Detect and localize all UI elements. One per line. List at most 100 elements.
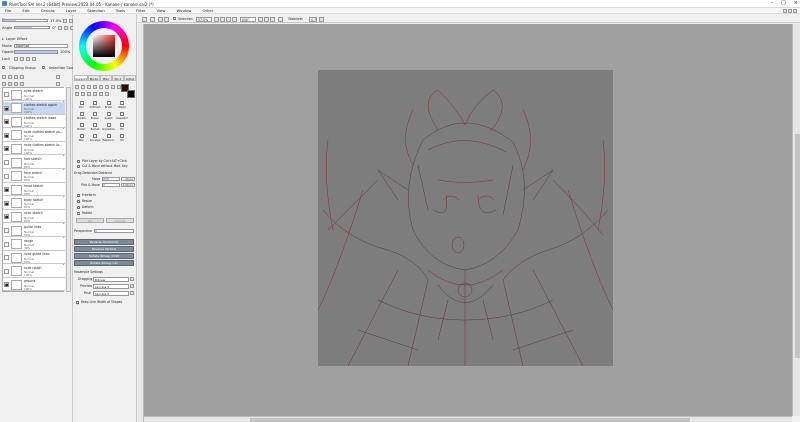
deform-icon[interactable]: [87, 92, 91, 96]
keep-line-option[interactable]: ✓Keep Line Width of Shapes: [76, 300, 122, 306]
reverse-horizontal-button[interactable]: Reverse Horizontal: [74, 239, 134, 245]
pick-layer-option[interactable]: Pick Layer by Ctrl+ALT+Click: [77, 159, 127, 163]
new-mask-icon[interactable]: [20, 74, 24, 79]
zoom-reset-icon[interactable]: [226, 16, 231, 22]
tool-button[interactable]: Blur: [75, 134, 88, 143]
move-icon[interactable]: [93, 85, 97, 89]
magic-wand-icon[interactable]: [87, 85, 91, 89]
visibility-toggle-icon[interactable]: [4, 255, 9, 261]
new-layer-icon[interactable]: [2, 74, 6, 79]
navigator-icon[interactable]: [158, 16, 163, 22]
doc-minimize-button[interactable]: [783, 9, 787, 13]
cut-move-option[interactable]: Cut & Move without Mod. Key: [77, 164, 128, 168]
layer-row[interactable]: ● rude clothes sketch lo... Normal 100%: [3, 142, 65, 156]
pen-pressure-icon[interactable]: [327, 17, 332, 22]
tool-button[interactable]: Smudge: [89, 134, 102, 143]
dragging-dropdown-icon[interactable]: [130, 277, 134, 281]
angle-slider[interactable]: [14, 26, 51, 29]
layer-move-icon[interactable]: [75, 92, 79, 96]
flip-view-icon[interactable]: [278, 16, 283, 22]
new-folder-icon[interactable]: [14, 74, 18, 79]
visibility-toggle-icon[interactable]: ●: [4, 119, 9, 125]
visibility-toggle-icon[interactable]: ●: [4, 214, 9, 220]
visibility-toggle-icon[interactable]: ●: [4, 187, 9, 193]
menu-canvas[interactable]: Canvas: [41, 8, 55, 13]
perspective-slider[interactable]: [94, 229, 134, 233]
angle-up-button[interactable]: [64, 25, 69, 30]
rotate-right-icon[interactable]: [264, 16, 269, 22]
menu-edit[interactable]: Edit: [22, 8, 29, 13]
freeform-radio[interactable]: [77, 193, 80, 197]
rotate-cw-button[interactable]: Rotate 90deg. CW: [74, 260, 134, 266]
zoom-out-icon[interactable]: [214, 16, 219, 22]
dragging-select[interactable]: Bilinear: [93, 277, 129, 282]
option-freeform[interactable]: Freeform: [77, 193, 96, 197]
layer-row[interactable]: ● rude clothes sketch ps... Normal 100%: [3, 128, 65, 142]
menu-layer[interactable]: Layer: [66, 8, 77, 13]
move-value[interactable]: 10 px: [121, 177, 135, 181]
stabilizer-select[interactable]: S-7: [309, 16, 317, 22]
layer-row[interactable]: ● body sketch Normal 80%: [3, 196, 65, 210]
color-square[interactable]: [93, 35, 115, 57]
layer-list-scrollbar[interactable]: [66, 87, 71, 292]
layer-row[interactable]: face sketch Normal 80%: [3, 169, 65, 183]
tool-button[interactable]: Deselect: [116, 112, 129, 121]
pick-move-value[interactable]: 1.00 px: [121, 183, 135, 187]
brush-size-slider[interactable]: [2, 19, 48, 22]
clear-layer-icon[interactable]: [14, 81, 18, 86]
reverse-vertical-button[interactable]: Reverse Vertical: [74, 246, 134, 252]
select-rect-icon[interactable]: [75, 85, 79, 89]
layer-settings-icon[interactable]: [56, 74, 60, 79]
layer-row[interactable]: rude guide lines Normal 50%: [3, 251, 65, 265]
close-button[interactable]: ×: [794, 1, 798, 6]
cancel-button[interactable]: Cancel: [106, 218, 134, 223]
tool-button[interactable]: Bucket: [89, 123, 102, 132]
layer-row[interactable]: rude rough Normal 100%: [3, 264, 65, 278]
layer-row[interactable]: ● clothes sketch loose Normal 100%: [3, 115, 65, 129]
angle-down-button[interactable]: [58, 25, 63, 30]
tab-artist[interactable]: Artist: [123, 75, 136, 81]
lock-alpha-icon[interactable]: [32, 56, 36, 61]
rotate-icon[interactable]: [105, 85, 109, 89]
rotate-reset-icon[interactable]: [270, 16, 275, 22]
ok-button[interactable]: OK: [76, 218, 104, 223]
delete-layer-icon[interactable]: [20, 81, 24, 86]
layer-row[interactable]: ● ground Normal 100%: [3, 278, 65, 292]
tab-support[interactable]: Support: [74, 75, 88, 81]
new-vector-layer-icon[interactable]: [8, 74, 12, 79]
transfer-down-icon[interactable]: [2, 81, 6, 86]
brush-tool-icon[interactable]: [93, 92, 97, 96]
angle-field[interactable]: 000°: [240, 16, 256, 22]
canvas-vertical-scrollbar[interactable]: [792, 24, 800, 416]
tool-button[interactable]: Water: [116, 101, 129, 110]
visibility-toggle-icon[interactable]: ●: [4, 146, 9, 152]
selection-checkbox[interactable]: [173, 17, 176, 20]
layer-row[interactable]: rough Normal 30%: [3, 237, 65, 251]
visibility-toggle-icon[interactable]: [4, 173, 9, 179]
tool-button[interactable]: Fill: [116, 123, 129, 132]
menu-tools[interactable]: Tools: [116, 8, 125, 13]
visibility-toggle-icon[interactable]: ●: [4, 282, 9, 288]
preview-dropdown-icon[interactable]: [130, 284, 134, 288]
shape-tool-icon[interactable]: [105, 92, 109, 96]
horizontal-scroll-thumb[interactable]: [250, 418, 690, 422]
tab-misc[interactable]: Misc: [99, 75, 112, 81]
preview-select[interactable]: Lanczos 3: [93, 284, 129, 289]
zoom-in-icon[interactable]: [220, 16, 225, 22]
rotate-ccw-button[interactable]: Rotate 90deg. CCW: [74, 253, 134, 259]
deform-radio[interactable]: [77, 205, 80, 209]
canvas-horizontal-scrollbar[interactable]: [144, 416, 792, 422]
vertical-scroll-thumb[interactable]: [794, 134, 800, 358]
option-rotate[interactable]: Rotate: [77, 211, 92, 215]
doc-close-button[interactable]: [793, 9, 797, 13]
menu-other[interactable]: Other: [203, 8, 214, 13]
color-wheel[interactable]: [79, 21, 129, 71]
mode-select[interactable]: Normal: [14, 43, 68, 48]
lock-pixels-icon[interactable]: [14, 56, 18, 61]
grid-icon[interactable]: [164, 16, 169, 22]
cut-move-checkbox[interactable]: [77, 164, 80, 168]
visibility-toggle-icon[interactable]: ●: [4, 200, 9, 206]
artwork-canvas[interactable]: [318, 70, 613, 366]
tool-button[interactable]: Brush: [102, 101, 115, 110]
preview-toggle-icon[interactable]: [150, 16, 155, 22]
